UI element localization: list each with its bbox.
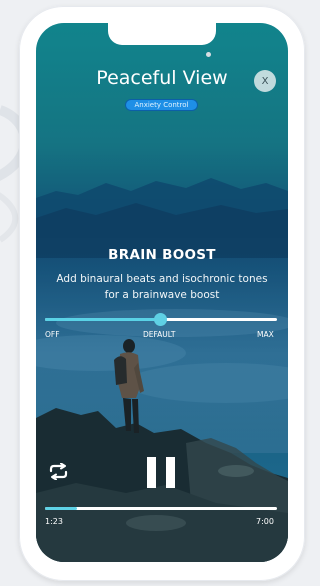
slider-label-off: OFF <box>45 330 60 339</box>
playback-progress-track[interactable] <box>45 507 277 510</box>
category-badge[interactable]: Anxiety Control <box>125 99 198 111</box>
playback-progress-fill <box>45 507 77 510</box>
close-button[interactable]: X <box>254 70 276 92</box>
brain-boost-title: BRAIN BOOST <box>108 247 216 263</box>
slider-label-max: MAX <box>257 330 274 339</box>
camera-dot <box>206 52 211 57</box>
page-title: Peaceful View <box>96 67 228 89</box>
pause-icon-bar <box>166 457 175 488</box>
close-icon: X <box>261 75 269 87</box>
pause-icon <box>147 457 156 488</box>
brain-boost-description: Add binaural beats and isochronic tones … <box>56 273 268 301</box>
brain-boost-slider-fill <box>45 318 161 321</box>
brain-boost-slider-handle[interactable] <box>154 313 167 326</box>
elapsed-time: 1:23 <box>45 517 63 526</box>
phone-frame: Peaceful View X Anxiety Control BRAIN BO… <box>19 6 305 581</box>
phone-notch <box>108 23 216 45</box>
slider-label-default: DEFAULT <box>143 330 176 339</box>
repeat-icon[interactable] <box>48 463 69 480</box>
total-duration: 7:00 <box>256 517 274 526</box>
player-screen: Peaceful View X Anxiety Control BRAIN BO… <box>36 23 288 562</box>
